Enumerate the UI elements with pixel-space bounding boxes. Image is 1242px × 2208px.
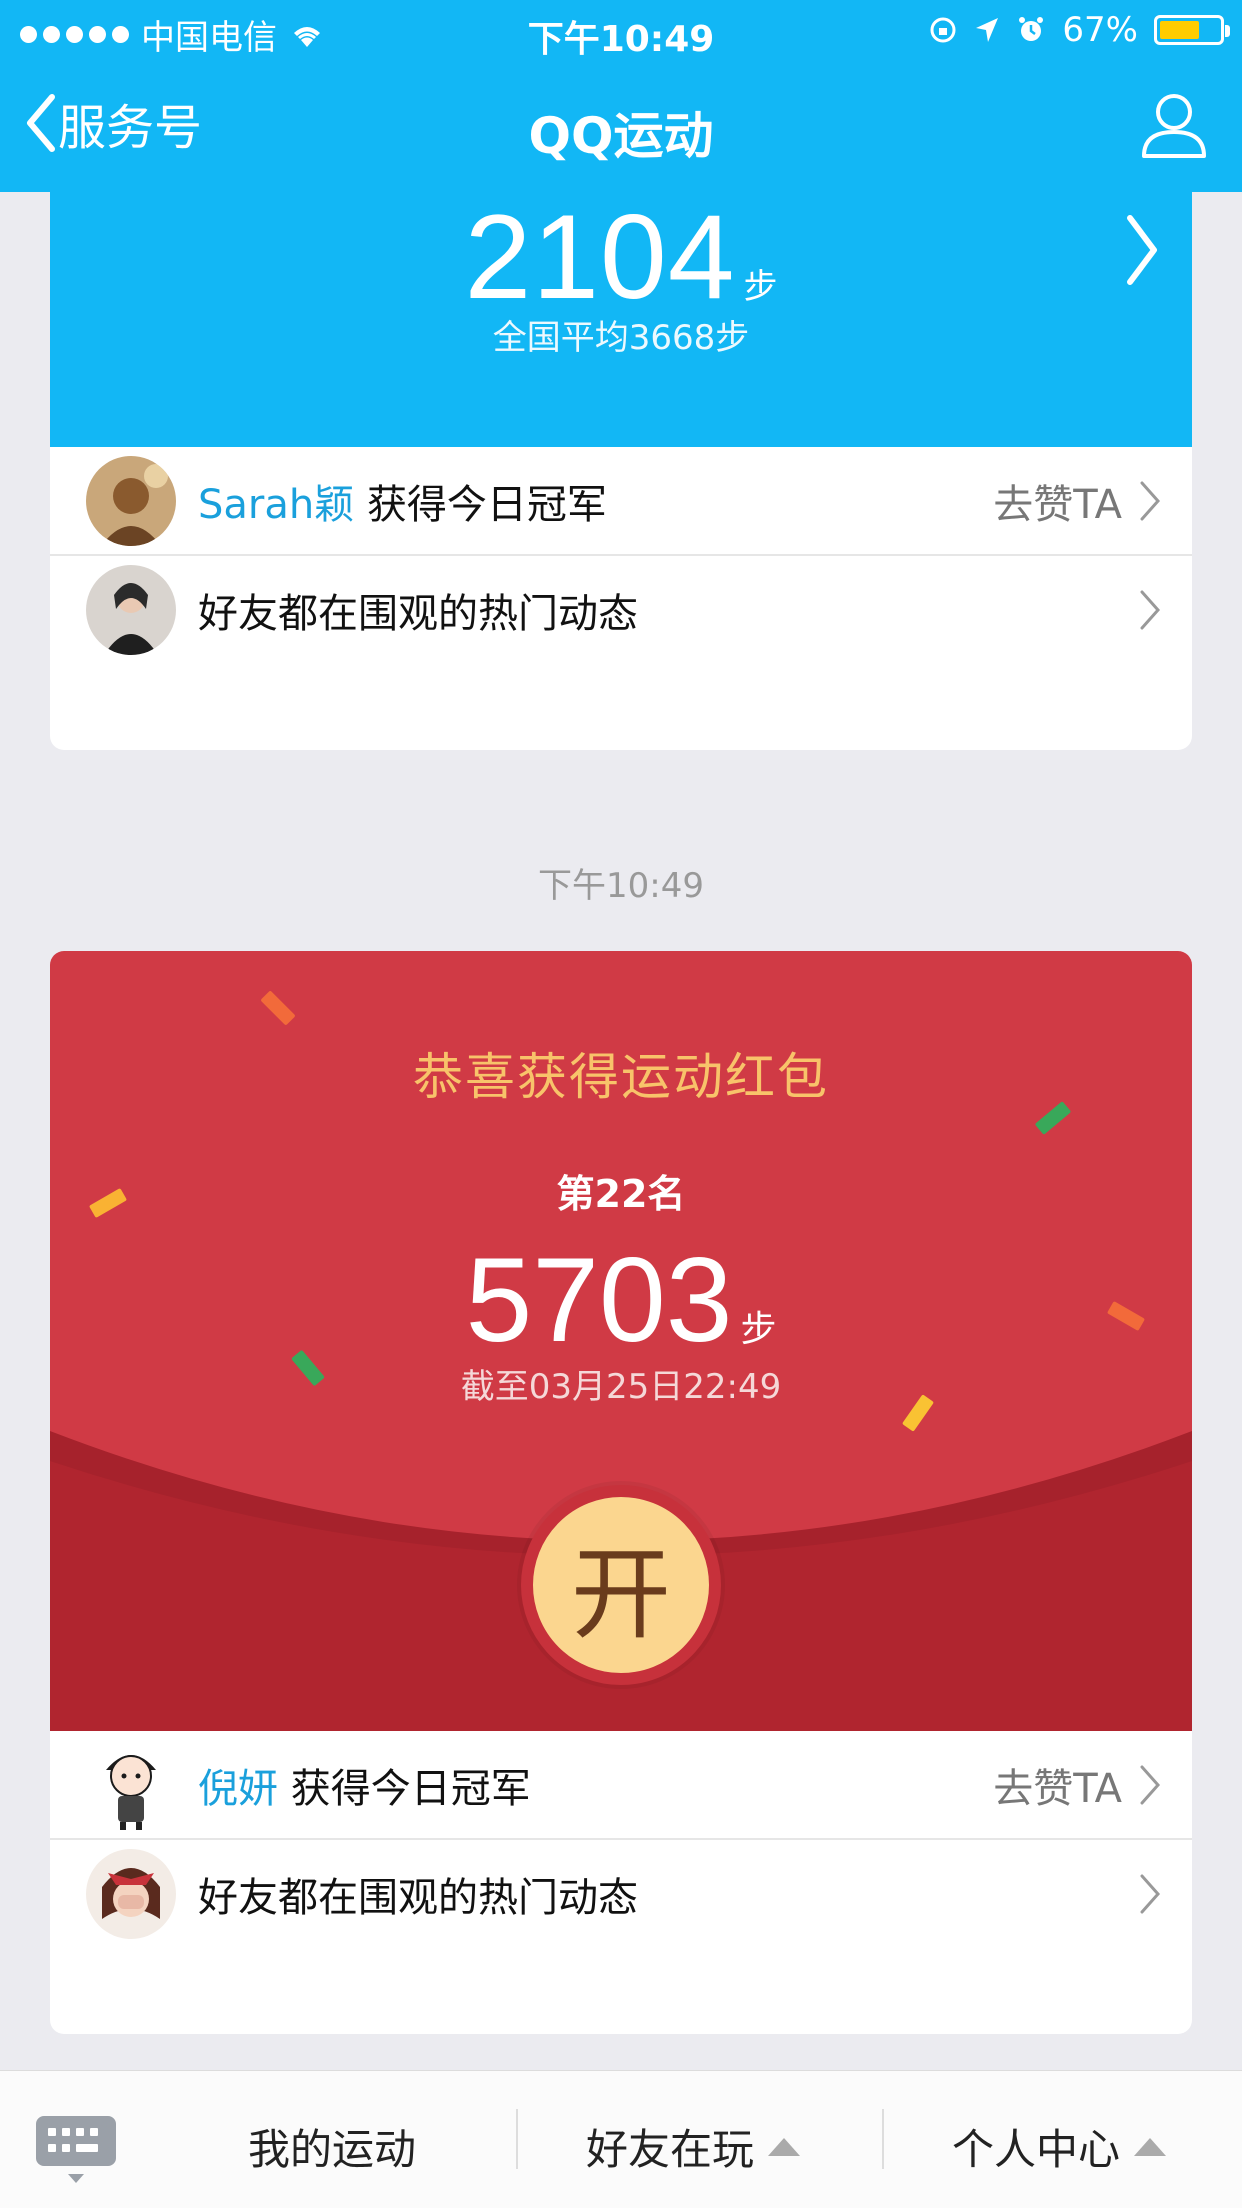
tab-friends-playing[interactable]: 好友在玩 (586, 2116, 801, 2177)
divider (516, 2109, 518, 2169)
chevron-right-icon (1140, 481, 1161, 520)
chevron-left-icon (27, 94, 55, 152)
avatar (86, 455, 176, 546)
avatar (86, 1848, 176, 1939)
top-bar: 中国电信 下午10:49 67% 服务号 QQ运动 (0, 0, 1242, 192)
tab-my-sport[interactable]: 我的运动 (248, 2116, 416, 2177)
hot-feed-text: 好友都在围观的热门动态 (198, 1874, 638, 1921)
avatar (86, 1739, 176, 1830)
chevron-right-icon (1140, 1874, 1161, 1913)
rank-label: 第22名 (556, 1172, 686, 1216)
like-button[interactable]: 去赞TA (993, 472, 1122, 530)
chevron-right-icon (1127, 215, 1157, 285)
divider (882, 2109, 884, 2169)
open-label: 开 (571, 1535, 671, 1653)
alarm-icon (1019, 17, 1044, 41)
champion-text: 倪妍 获得今日冠军 (198, 1765, 531, 1812)
champion-name[interactable]: 倪妍 (198, 1766, 278, 1812)
hot-feed-row[interactable]: 好友都在围观的热门动态 (50, 556, 1192, 663)
rotation-lock-icon (930, 17, 956, 43)
location-icon (976, 18, 999, 42)
message-timestamp: 下午10:49 (538, 866, 704, 906)
packet-step-count: 5703 (465, 1233, 733, 1367)
champion-row[interactable]: 倪妍 获得今日冠军 去赞TA (50, 1731, 1192, 1838)
as-of-date: 截至03月25日22:49 (460, 1367, 782, 1407)
packet-step-unit: 步 (740, 1309, 777, 1350)
submenu-arrow-icon (768, 2137, 801, 2156)
navigation-bar: 服务号 QQ运动 (0, 60, 1242, 192)
battery-icon (1154, 15, 1230, 45)
tab-label: 个人中心 (952, 2125, 1121, 2174)
red-packet[interactable]: 恭喜获得运动红包 第22名 5703 步 截至03月25日22:49 开 (50, 951, 1192, 1731)
my-step-count: 2104 (464, 190, 736, 324)
hot-feed-text: 好友都在围观的热门动态 (198, 590, 638, 637)
status-bar: 中国电信 下午10:49 67% (0, 0, 1242, 60)
battery-percent: 67% (1062, 10, 1138, 50)
chevron-right-icon (1140, 1765, 1161, 1804)
profile-icon[interactable] (1138, 88, 1210, 160)
keyboard-icon[interactable] (36, 2116, 116, 2166)
hot-feed-row[interactable]: 好友都在围观的热门动态 (50, 1840, 1192, 1947)
bottom-menu-bar: 我的运动 好友在玩 个人中心 (0, 2070, 1242, 2208)
caret-down-icon (68, 2174, 84, 2183)
national-average: 全国平均3668步 (492, 318, 750, 358)
submenu-arrow-icon (1134, 2137, 1167, 2156)
champion-text: Sarah颖 获得今日冠军 (198, 481, 607, 528)
tab-label: 我的运动 (248, 2125, 417, 2174)
back-label: 服务号 (58, 100, 203, 156)
champion-row[interactable]: Sarah颖 获得今日冠军 去赞TA (50, 447, 1192, 554)
open-red-packet-button[interactable]: 开 (521, 1485, 721, 1685)
avatar (86, 564, 176, 655)
red-packet-title: 恭喜获得运动红包 (413, 1048, 829, 1106)
my-step-unit: 步 (743, 267, 778, 307)
tab-label: 好友在玩 (586, 2125, 755, 2174)
tab-personal-center[interactable]: 个人中心 (952, 2116, 1167, 2177)
back-button[interactable]: 服务号 (22, 88, 202, 158)
chevron-right-icon (1140, 590, 1161, 629)
steps-summary-card: 2104 步 全国平均3668步 Sarah颖 获得今日冠军 去赞TA 好友都在… (50, 130, 1192, 750)
champion-name[interactable]: Sarah颖 (198, 482, 354, 528)
like-button[interactable]: 去赞TA (993, 1756, 1122, 1814)
red-packet-card: 恭喜获得运动红包 第22名 5703 步 截至03月25日22:49 开 倪妍 获… (50, 951, 1192, 2034)
